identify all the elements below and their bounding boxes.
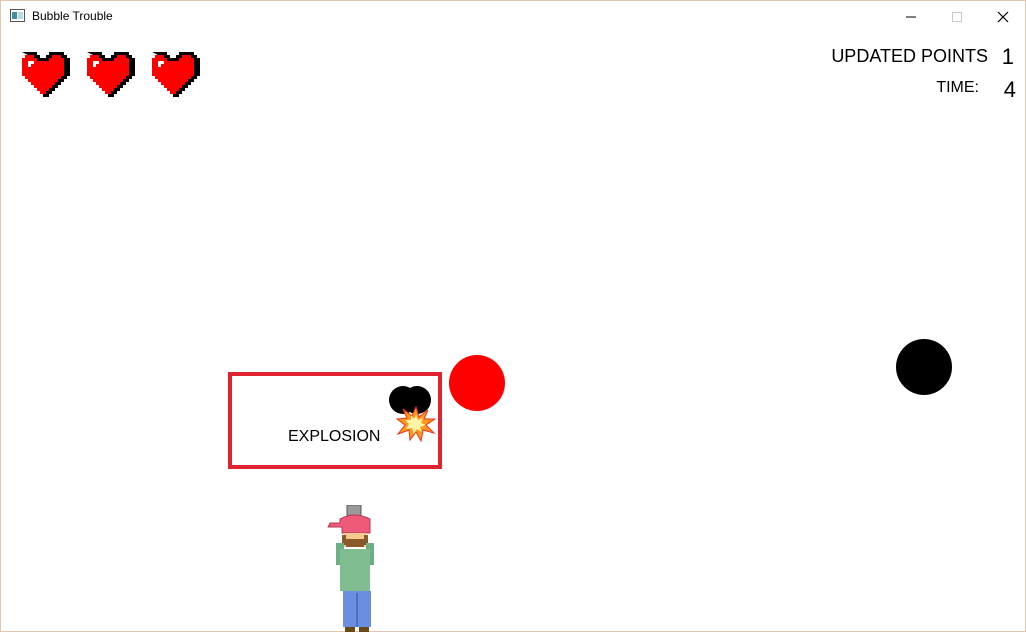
time-value: 4 bbox=[1003, 77, 1016, 102]
player-character bbox=[327, 505, 374, 632]
points-value: 1 bbox=[1001, 44, 1014, 69]
game-canvas[interactable]: UPDATED POINTS 1 TIME: 4 EXPLOSION bbox=[2, 32, 1026, 632]
heart-icon bbox=[152, 52, 200, 97]
title-bar[interactable]: Bubble Trouble bbox=[1, 1, 1025, 32]
close-icon bbox=[997, 11, 1009, 22]
app-icon bbox=[10, 9, 25, 22]
explosion-spark-icon bbox=[396, 406, 436, 442]
heart-icon bbox=[87, 52, 135, 97]
window-title: Bubble Trouble bbox=[32, 9, 113, 23]
lives-display bbox=[16, 49, 200, 97]
explosion-panel: EXPLOSION bbox=[228, 372, 442, 469]
red-bubble bbox=[449, 355, 505, 411]
close-button[interactable] bbox=[980, 1, 1026, 32]
explosion-label: EXPLOSION bbox=[288, 428, 381, 445]
game-window: Bubble Trouble UPDATED POINTS 1 TIME: 4 … bbox=[0, 0, 1026, 632]
maximize-button[interactable] bbox=[934, 1, 980, 32]
heart-icon bbox=[22, 52, 70, 97]
black-bubble bbox=[896, 339, 952, 395]
minimize-icon bbox=[906, 16, 916, 17]
maximize-icon bbox=[952, 11, 962, 22]
points-label: UPDATED POINTS bbox=[831, 46, 988, 66]
minimize-button[interactable] bbox=[888, 1, 934, 32]
time-label: TIME: bbox=[936, 79, 979, 96]
